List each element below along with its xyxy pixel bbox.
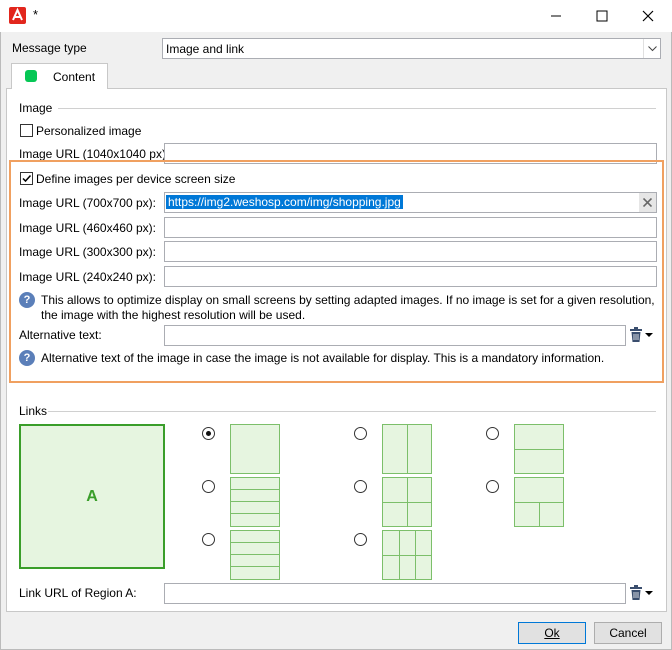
layout-four-rows[interactable] [230, 477, 280, 527]
layout-grid-six[interactable] [382, 530, 432, 580]
image-url-240-input[interactable] [164, 266, 657, 287]
link-url-trash-menu[interactable] [629, 585, 653, 601]
image-url-1040-label: Image URL (1040x1040 px): [19, 147, 170, 161]
region-a-preview[interactable]: A [19, 424, 165, 569]
close-button[interactable] [625, 0, 671, 32]
line-chat-icon [25, 70, 37, 82]
help-optimize-text: This allows to optimize display on small… [41, 293, 655, 322]
image-url-700-input[interactable]: https://img2.weshosp.com/img/shopping.jp… [164, 192, 657, 213]
help-alt-text: Alternative text of the image in case th… [41, 351, 605, 365]
help-icon: ? [19, 350, 35, 366]
title-bar: * [0, 0, 672, 32]
window-title: * [33, 7, 39, 22]
layout-radio-single[interactable] [202, 427, 215, 440]
message-type-select[interactable]: Image and link [162, 38, 661, 59]
ok-button[interactable]: Ok [518, 622, 586, 644]
personalized-image-label: Personalized image [36, 124, 142, 138]
layout-radio-three-rows[interactable] [202, 533, 215, 546]
layout-radio-top-split-bottom[interactable] [486, 480, 499, 493]
image-section-divider [58, 108, 656, 109]
layout-single[interactable] [230, 424, 280, 474]
alt-text-trash-menu[interactable] [629, 327, 653, 343]
clear-icon[interactable] [639, 193, 656, 212]
layout-two-rows[interactable] [514, 424, 564, 474]
tab-content[interactable]: Content [11, 63, 108, 89]
image-url-700-label: Image URL (700x700 px): [19, 196, 156, 210]
cancel-button-label: Cancel [609, 626, 647, 640]
personalized-image-checkbox[interactable] [20, 124, 33, 137]
chevron-down-icon [645, 590, 653, 595]
region-a-label: A [86, 487, 98, 505]
define-per-device-checkbox[interactable] [20, 172, 33, 185]
layout-two-cols[interactable] [382, 424, 432, 474]
alternative-text-label: Alternative text: [19, 328, 102, 342]
message-type-value: Image and link [166, 42, 245, 56]
alternative-text-input[interactable] [164, 325, 626, 346]
minimize-button[interactable] [533, 0, 579, 32]
image-url-240-label: Image URL (240x240 px): [19, 270, 156, 284]
trash-icon [630, 585, 642, 600]
maximize-button[interactable] [579, 0, 625, 32]
message-type-label: Message type [12, 41, 87, 55]
chevron-down-icon[interactable] [643, 39, 660, 58]
layout-radio-grid-six[interactable] [354, 533, 367, 546]
trash-icon [630, 327, 642, 342]
link-url-region-a-input[interactable] [164, 583, 626, 604]
app-logo-icon [9, 7, 26, 24]
define-per-device-label: Define images per device screen size [36, 172, 236, 186]
image-url-460-input[interactable] [164, 217, 657, 238]
layout-radio-grid-four[interactable] [354, 480, 367, 493]
layout-three-rows[interactable] [230, 530, 280, 580]
chevron-down-icon [645, 332, 653, 337]
image-url-700-value: https://img2.weshosp.com/img/shopping.jp… [166, 195, 403, 209]
layout-radio-two-cols[interactable] [354, 427, 367, 440]
image-url-300-label: Image URL (300x300 px): [19, 245, 156, 259]
cancel-button[interactable]: Cancel [594, 622, 662, 644]
links-section-title: Links [19, 404, 48, 418]
image-url-300-input[interactable] [164, 241, 657, 262]
link-url-region-a-label: Link URL of Region A: [19, 586, 137, 600]
links-section-divider [48, 411, 656, 412]
layout-grid-four[interactable] [382, 477, 432, 527]
help-icon: ? [19, 292, 35, 308]
ok-button-label: Ok [544, 626, 560, 640]
layout-radio-four-rows[interactable] [202, 480, 215, 493]
image-url-460-label: Image URL (460x460 px): [19, 221, 156, 235]
tab-content-label: Content [53, 70, 96, 84]
layout-radio-two-rows[interactable] [486, 427, 499, 440]
layout-top-split-bottom[interactable] [514, 477, 564, 527]
image-section-title: Image [19, 101, 53, 115]
